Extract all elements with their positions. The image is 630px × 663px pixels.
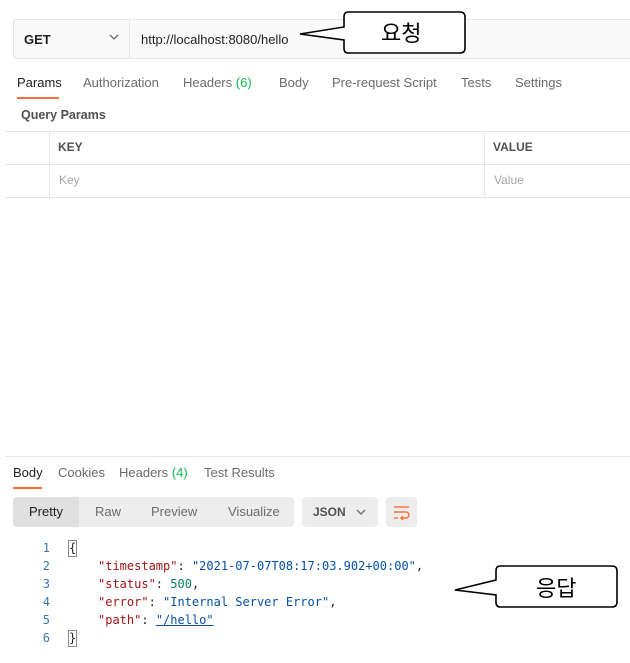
response-callout-text: 응답 [536, 577, 577, 602]
active-tab-indicator [13, 487, 42, 489]
json-line: "error": "Internal Server Error", [98, 595, 337, 609]
format-label: JSON [313, 505, 346, 519]
line-number: 3 [42, 577, 50, 591]
json-value: "2021-07-07T08:17:03.902+00:00" [191, 559, 416, 573]
json-line: "timestamp": "2021-07-07T08:17:03.902+00… [98, 559, 424, 573]
json-separator: , [415, 559, 424, 573]
url-input[interactable]: http://localhost:8080/hello [141, 32, 288, 47]
line-number: 1 [42, 541, 50, 555]
chevron-down-icon [356, 509, 366, 515]
tab-label: Headers [183, 75, 233, 90]
table-divider [5, 197, 630, 198]
json-open-brace: { [68, 540, 78, 557]
table-divider [5, 131, 630, 132]
tab-label: Cookies [58, 465, 105, 480]
wrap-lines-button[interactable] [386, 497, 417, 527]
wrap-lines-icon [394, 506, 410, 521]
json-key: "path" [98, 613, 142, 627]
tab-params[interactable]: Params [17, 75, 62, 90]
view-mode-visualize[interactable]: Visualize [228, 504, 280, 519]
tab-label: Headers [119, 465, 169, 480]
json-close-brace: } [68, 630, 78, 647]
json-separator: , [191, 577, 200, 591]
json-value: "Internal Server Error" [163, 595, 330, 609]
tab-label: Authorization [83, 75, 159, 90]
line-number: 6 [42, 631, 50, 645]
query-params-heading: Query Params [21, 108, 106, 122]
table-divider [484, 131, 485, 197]
response-tab-headers[interactable]: Headers (4) [119, 465, 188, 480]
format-select[interactable]: JSON [302, 497, 378, 527]
active-tab-indicator [17, 97, 59, 99]
json-key: "error" [98, 595, 149, 609]
line-number: 2 [42, 559, 50, 573]
view-mode-raw[interactable]: Raw [95, 504, 121, 519]
param-value-input[interactable]: Value [494, 173, 524, 187]
response-tab-test-results[interactable]: Test Results [204, 465, 275, 480]
json-link-value[interactable]: "/hello" [156, 613, 214, 627]
line-number: 5 [42, 613, 50, 627]
tab-authorization[interactable]: Authorization [83, 75, 159, 90]
json-separator: , [329, 595, 337, 609]
tab-label: Settings [515, 75, 562, 90]
response-tab-cookies[interactable]: Cookies [58, 465, 105, 480]
method-label: GET [24, 32, 51, 47]
param-key-input[interactable]: Key [59, 173, 80, 187]
tab-label: Body [13, 465, 43, 480]
tab-pre-request-script[interactable]: Pre-request Script [332, 75, 437, 90]
tab-settings[interactable]: Settings [515, 75, 562, 90]
tab-label: Test Results [204, 465, 275, 480]
response-tab-body[interactable]: Body [13, 465, 43, 480]
tab-label: Pre-request Script [332, 75, 437, 90]
tab-headers[interactable]: Headers (6) [183, 75, 252, 90]
json-key: "status" [98, 577, 156, 591]
chevron-down-icon [109, 34, 119, 40]
line-number: 4 [42, 595, 50, 609]
headers-count: (4) [171, 465, 188, 480]
json-value: 500 [170, 577, 192, 591]
pane-divider[interactable] [5, 456, 630, 457]
view-mode-preview[interactable]: Preview [151, 504, 197, 519]
method-select[interactable]: GET [14, 20, 130, 58]
request-callout-text: 요청 [381, 22, 422, 47]
tab-label: Params [17, 75, 62, 90]
column-header-key: KEY [58, 140, 83, 154]
table-divider [5, 164, 630, 165]
json-key: "timestamp" [98, 559, 178, 573]
tab-tests[interactable]: Tests [461, 75, 491, 90]
headers-count: (6) [235, 75, 252, 90]
table-divider [49, 131, 50, 197]
json-line: "path": "/hello" [98, 613, 214, 627]
tab-body[interactable]: Body [279, 75, 309, 90]
tab-label: Body [279, 75, 309, 90]
view-mode-pretty[interactable]: Pretty [29, 504, 63, 519]
tab-label: Tests [461, 75, 492, 90]
json-line: "status": 500, [98, 577, 200, 591]
column-header-value: VALUE [493, 140, 533, 154]
